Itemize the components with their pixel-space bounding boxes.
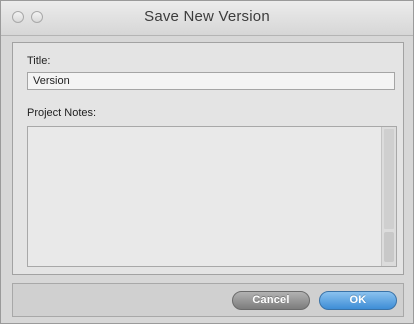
ok-button[interactable]: OK	[319, 291, 397, 310]
notes-scrollbar[interactable]	[381, 127, 396, 266]
title-input[interactable]: Version	[27, 72, 395, 90]
title-bar[interactable]: Save New Version	[1, 1, 413, 36]
window-title: Save New Version	[144, 8, 270, 25]
notes-scroll-track-lower[interactable]	[384, 232, 394, 262]
save-new-version-dialog: Save New Version Title: Version Project …	[0, 0, 414, 324]
cancel-button[interactable]: Cancel	[232, 291, 310, 310]
notes-scroll-thumb[interactable]	[384, 129, 394, 229]
project-notes-label: Project Notes:	[27, 107, 97, 119]
project-notes-textarea[interactable]	[27, 126, 397, 267]
title-label: Title:	[27, 55, 51, 67]
form-panel: Title: Version Project Notes:	[12, 42, 404, 275]
button-bar: Cancel OK	[12, 283, 404, 317]
